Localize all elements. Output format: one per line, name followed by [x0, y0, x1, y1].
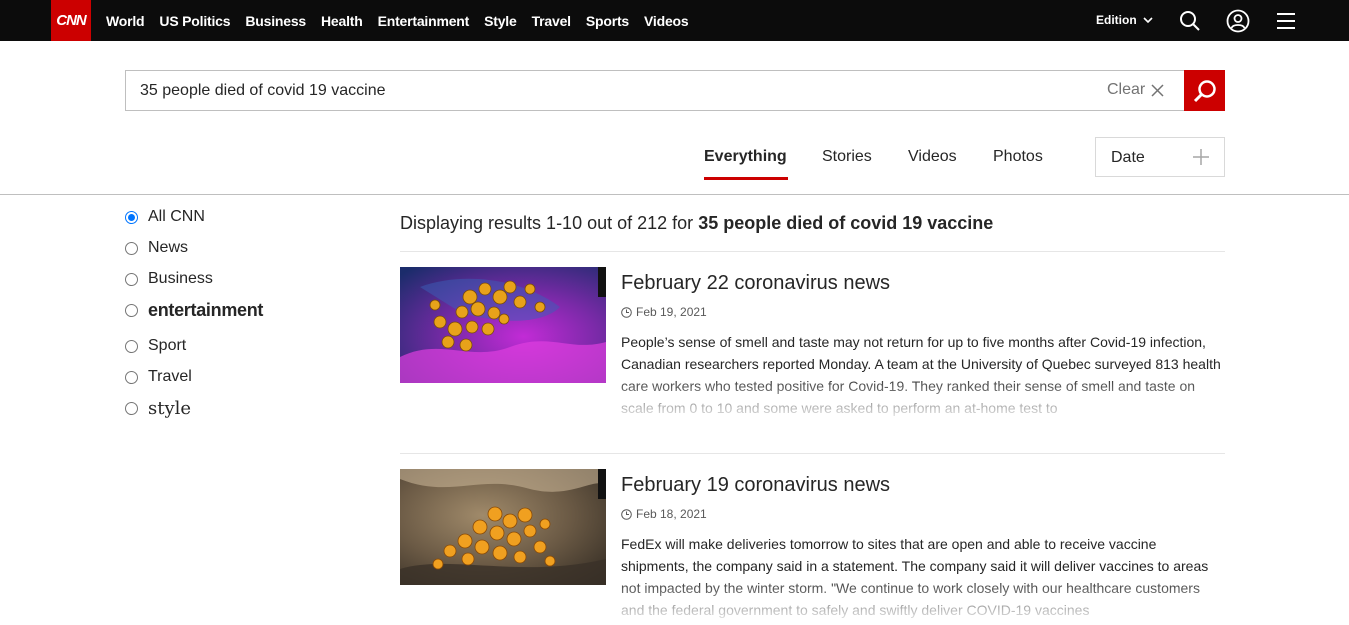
filter-label: entertainment [148, 300, 264, 320]
result-title[interactable]: February 19 coronavirus news [621, 474, 890, 497]
filter-sport[interactable]: Sport [125, 337, 186, 355]
filter-travel[interactable]: Travel [125, 368, 192, 386]
nav-link-travel[interactable]: Travel [532, 13, 571, 29]
account-icon[interactable] [1226, 9, 1250, 33]
cnn-logo[interactable]: CNN [51, 0, 91, 41]
result-title[interactable]: February 22 coronavirus news [621, 272, 890, 295]
close-icon [1151, 83, 1164, 97]
filter-label: News [148, 239, 189, 256]
edition-selector[interactable]: Edition [1096, 13, 1153, 27]
nav-link-sports[interactable]: Sports [586, 13, 629, 29]
result-thumbnail[interactable] [400, 267, 606, 383]
snippet-fade [621, 577, 1225, 621]
results-divider [400, 453, 1225, 454]
menu-icon[interactable] [1274, 9, 1298, 33]
radio-style[interactable] [125, 402, 138, 415]
nav-link-business[interactable]: Business [245, 13, 306, 29]
active-tab-indicator [704, 177, 788, 180]
filter-label: Sport [148, 337, 187, 354]
radio-sport[interactable] [125, 339, 138, 353]
radio-entertainment[interactable] [125, 304, 138, 317]
edition-label: Edition [1096, 13, 1137, 27]
filter-label: Travel [148, 368, 192, 385]
plus-icon [1193, 149, 1209, 165]
filter-label: All CNN [148, 208, 205, 225]
clock-icon [621, 508, 632, 520]
snippet-fade [621, 375, 1225, 419]
result-date-text: Feb 19, 2021 [636, 305, 707, 319]
filter-label: style [148, 398, 192, 419]
tab-stories[interactable]: Stories [822, 148, 872, 166]
result-date-text: Feb 18, 2021 [636, 507, 707, 521]
header-divider [0, 194, 1349, 195]
radio-news[interactable] [125, 241, 138, 255]
result-date: Feb 18, 2021 [621, 507, 707, 521]
tab-photos[interactable]: Photos [993, 148, 1043, 166]
nav-link-entertainment[interactable]: Entertainment [378, 13, 470, 29]
filter-news[interactable]: News [125, 239, 188, 257]
filter-entertainment[interactable]: entertainment [125, 300, 263, 321]
radio-business[interactable] [125, 272, 138, 286]
results-summary-query: 35 people died of covid 19 vaccine [698, 213, 994, 233]
coronavirus-image [400, 267, 606, 383]
clock-icon [621, 306, 632, 318]
results-summary: Displaying results 1-10 out of 212 for 3… [400, 213, 993, 234]
filter-label: Business [148, 270, 213, 287]
result-date: Feb 19, 2021 [621, 305, 707, 319]
radio-travel[interactable] [125, 370, 138, 384]
date-filter[interactable]: Date [1095, 137, 1225, 177]
chevron-down-icon [1143, 16, 1153, 23]
search-icon[interactable] [1178, 9, 1202, 33]
radio-all-cnn[interactable] [125, 210, 138, 224]
clear-label: Clear [1107, 81, 1146, 98]
filter-all-cnn[interactable]: All CNN [125, 208, 205, 226]
coronavirus-image [400, 469, 606, 585]
nav-link-videos[interactable]: Videos [644, 13, 689, 29]
results-divider [400, 251, 1225, 252]
nav-link-world[interactable]: World [106, 13, 145, 29]
results-summary-prefix: Displaying results 1-10 out of 212 for [400, 213, 694, 233]
search-bar: Clear [125, 70, 1225, 111]
date-filter-label: Date [1111, 149, 1145, 166]
search-icon [1193, 79, 1216, 102]
nav-links: World US Politics Business Health Entert… [106, 0, 703, 41]
search-submit-button[interactable] [1184, 70, 1225, 111]
nav-link-style[interactable]: Style [484, 13, 517, 29]
nav-link-health[interactable]: Health [321, 13, 363, 29]
top-nav: CNN World US Politics Business Health En… [0, 0, 1349, 41]
result-thumbnail[interactable] [400, 469, 606, 585]
clear-button[interactable]: Clear [1107, 81, 1164, 99]
nav-link-us-politics[interactable]: US Politics [159, 13, 230, 29]
tab-everything[interactable]: Everything [704, 148, 787, 166]
filter-business[interactable]: Business [125, 270, 213, 288]
tab-videos[interactable]: Videos [908, 148, 957, 166]
search-input[interactable] [140, 71, 1080, 110]
filter-style[interactable]: style [125, 398, 191, 419]
